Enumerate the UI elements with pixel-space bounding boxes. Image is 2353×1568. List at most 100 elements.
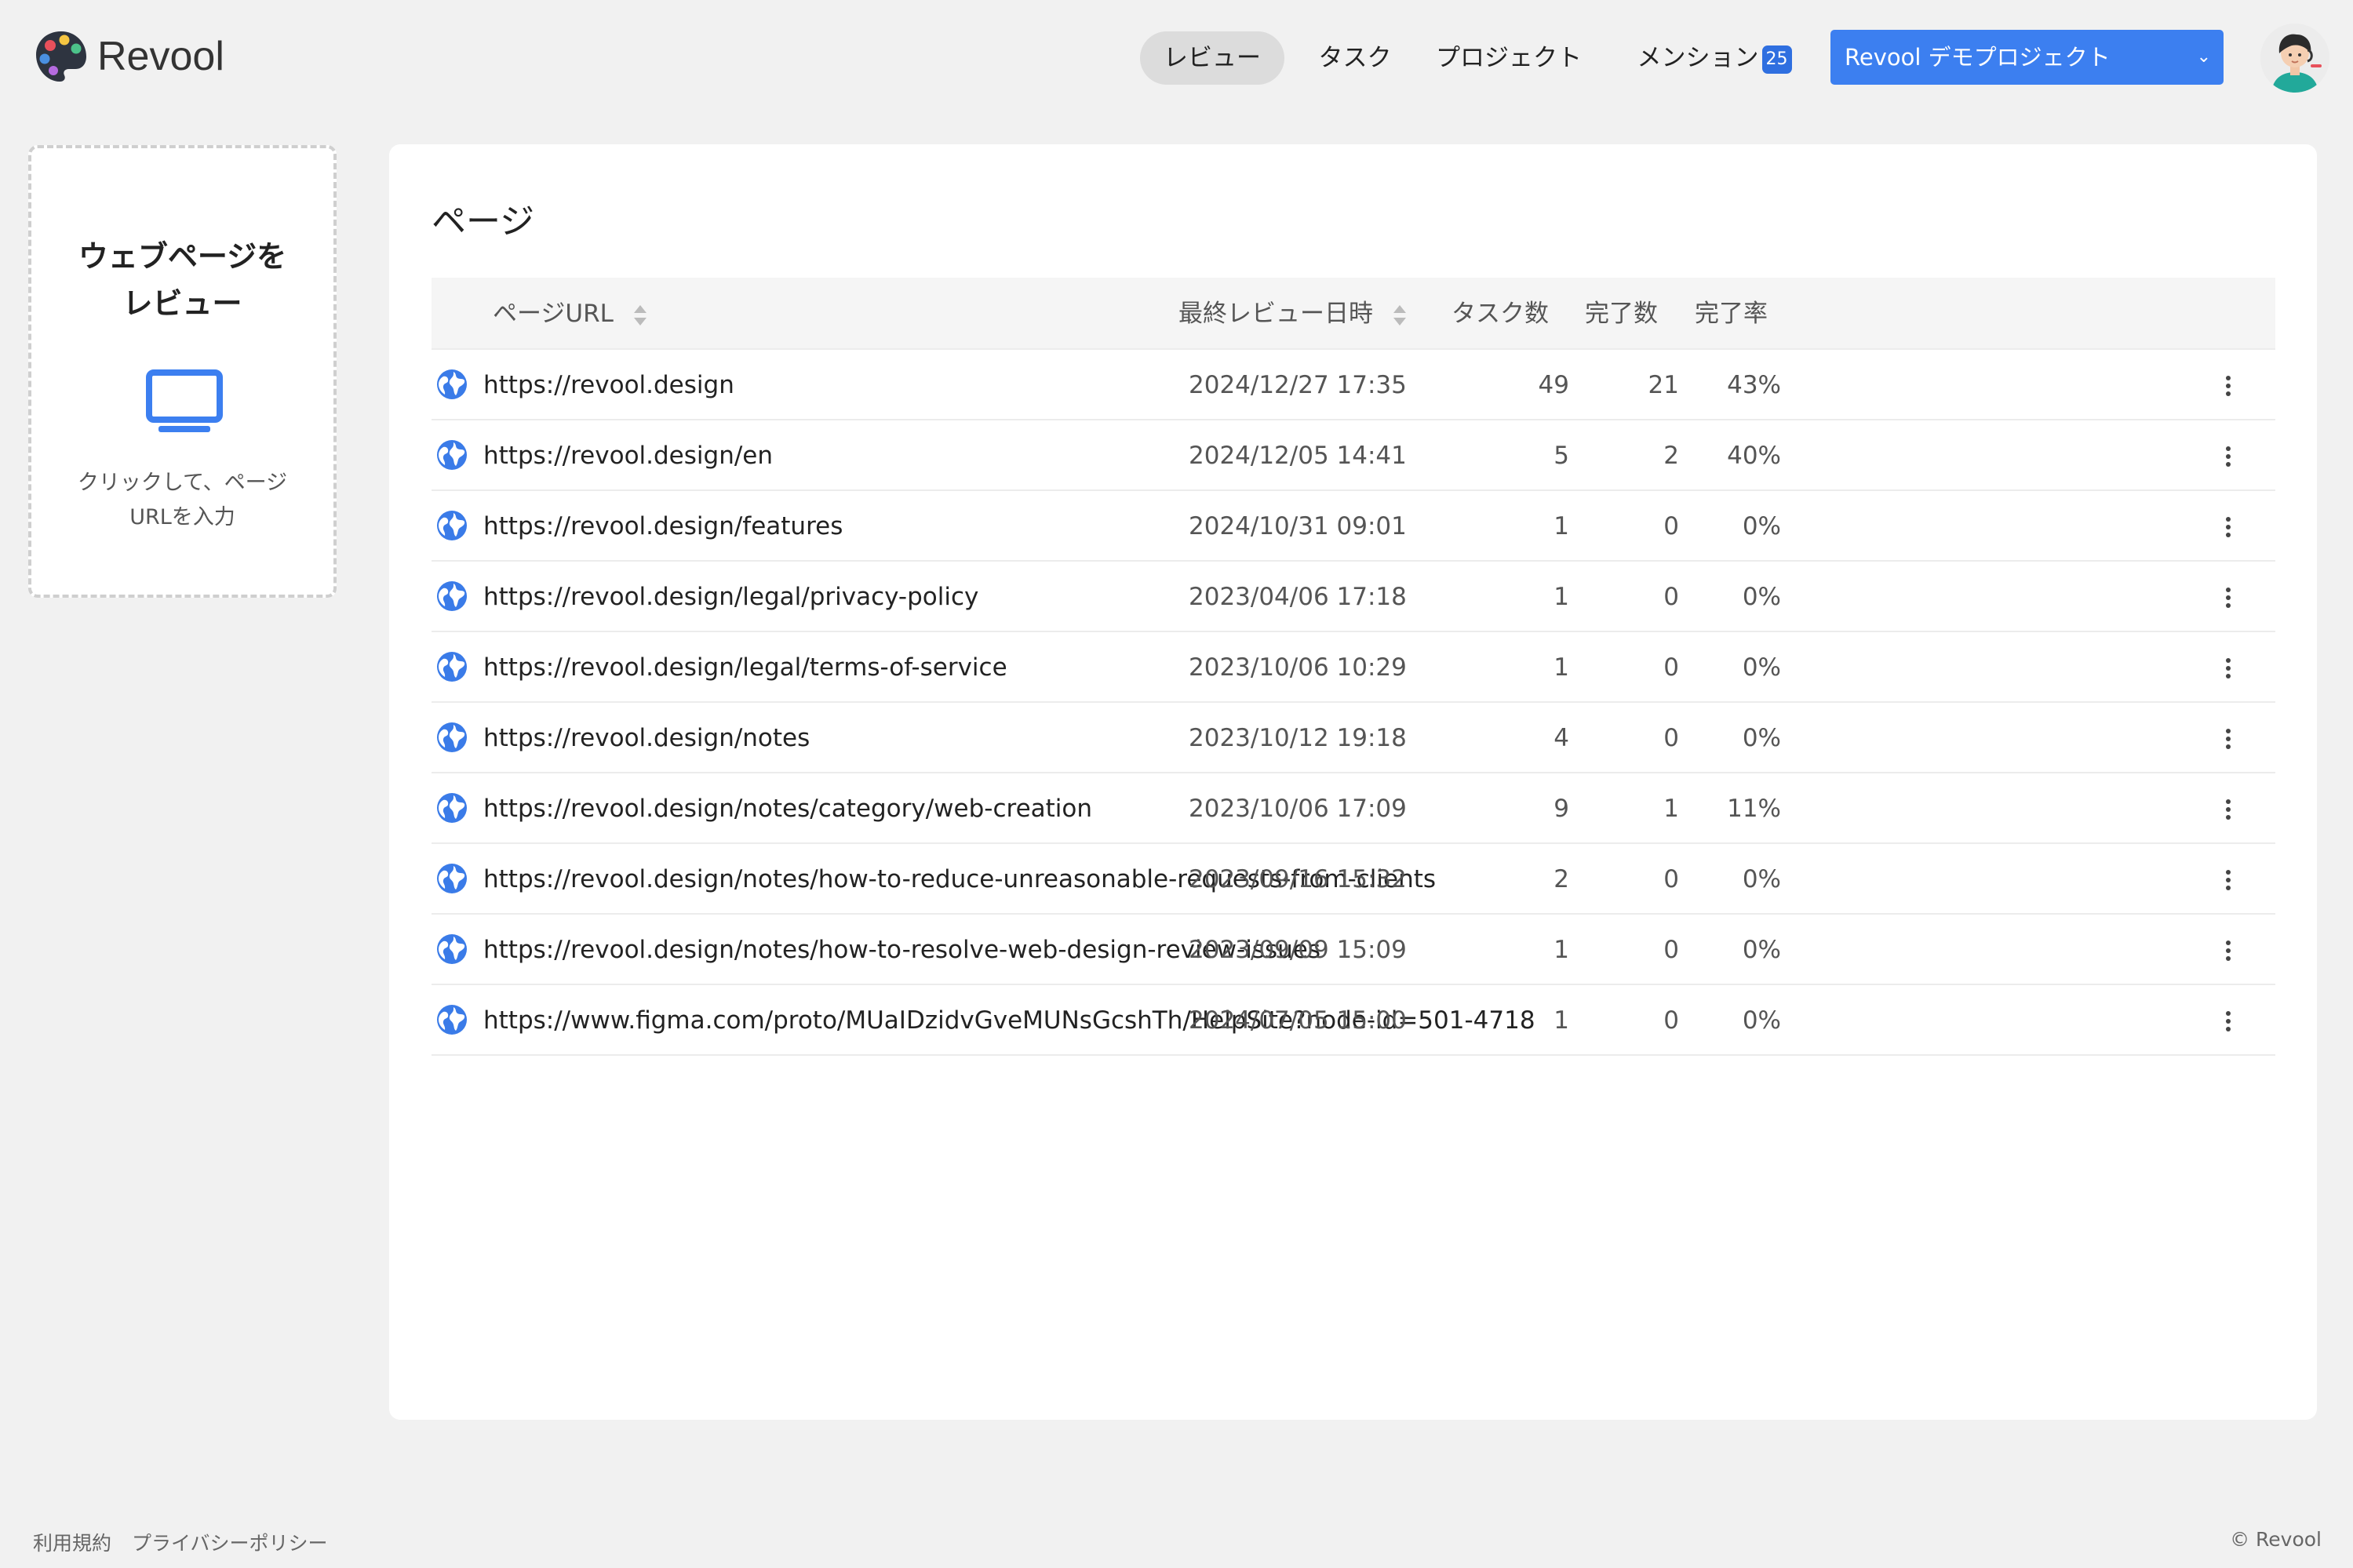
page-title: ページ <box>432 202 535 242</box>
done-count: 0 <box>1663 936 1679 964</box>
globe-icon <box>437 934 467 964</box>
app-header: Revool レビュー タスク プロジェクト メンション 25 Revool デモ… <box>0 0 2353 118</box>
mentions-count-badge: 25 <box>1761 45 1792 74</box>
column-done: 完了数 <box>1585 300 1658 328</box>
footer-links: 利用規約 プライバシーポリシー <box>33 1528 341 1556</box>
task-count: 5 <box>1553 442 1569 470</box>
nav-review[interactable]: レビュー <box>1140 31 1284 85</box>
task-count: 1 <box>1553 512 1569 540</box>
done-count: 0 <box>1663 1006 1679 1035</box>
page-url[interactable]: https://revool.design/en <box>483 420 773 491</box>
globe-icon <box>437 511 467 540</box>
more-options-icon[interactable] <box>2213 703 2244 773</box>
column-last-review[interactable]: 最終レビュー日時 <box>1178 278 1408 350</box>
page-url[interactable]: https://revool.design/notes/category/web… <box>483 773 1092 844</box>
page-url[interactable]: https://revool.design/legal/privacy-poli… <box>483 562 978 632</box>
done-count: 2 <box>1663 442 1679 470</box>
app-logo[interactable]: Revool <box>33 28 224 85</box>
table-row[interactable]: https://revool.design/en 2024/12/05 14:4… <box>432 420 2275 491</box>
more-options-icon[interactable] <box>2213 420 2244 491</box>
more-options-icon[interactable] <box>2213 773 2244 844</box>
nav-mentions[interactable]: メンション 25 <box>1632 31 1797 85</box>
task-count: 2 <box>1553 865 1569 893</box>
column-rate: 完了率 <box>1695 300 1768 328</box>
privacy-link[interactable]: プライバシーポリシー <box>132 1532 328 1555</box>
table-row[interactable]: https://revool.design 2024/12/27 17:35 4… <box>432 350 2275 420</box>
table-row[interactable]: https://revool.design/legal/terms-of-ser… <box>432 632 2275 703</box>
nav-mentions-label: メンション <box>1637 44 1759 72</box>
add-page-hint-line2: URLを入力 <box>129 505 235 529</box>
completion-rate: 0% <box>1742 583 1781 611</box>
add-page-card[interactable]: ウェブページを レビュー クリックして、ページ URLを入力 <box>28 145 337 598</box>
column-url[interactable]: ページURL <box>493 278 648 350</box>
nav-projects[interactable]: プロジェクト <box>1426 31 1591 85</box>
table-row[interactable]: https://revool.design/legal/privacy-poli… <box>432 562 2275 632</box>
palette-icon <box>36 31 86 82</box>
task-count: 1 <box>1553 936 1569 964</box>
table-header: ページURL 最終レビュー日時 タスク数 完了数 完了率 <box>432 278 2275 350</box>
page-url[interactable]: https://revool.design <box>483 350 734 420</box>
table-row[interactable]: https://revool.design/features 2024/10/3… <box>432 491 2275 562</box>
last-review-date: 2024/10/31 09:01 <box>1189 512 1407 540</box>
table-row[interactable]: https://revool.design/notes/category/web… <box>432 773 2275 844</box>
globe-icon <box>437 1005 467 1035</box>
table-row[interactable]: https://www.figma.com/proto/MUaIDzidvGve… <box>432 985 2275 1056</box>
add-page-hint: クリックして、ページ URLを入力 <box>31 466 333 535</box>
done-count: 0 <box>1663 653 1679 682</box>
more-options-icon[interactable] <box>2213 350 2244 420</box>
sort-icon <box>1393 304 1406 326</box>
last-review-date: 2023/09/09 15:09 <box>1189 936 1407 964</box>
last-review-date: 2024/12/27 17:35 <box>1189 371 1407 399</box>
last-review-date: 2023/10/06 17:09 <box>1189 795 1407 823</box>
globe-icon <box>437 581 467 611</box>
more-options-icon[interactable] <box>2213 985 2244 1056</box>
table-row[interactable]: https://revool.design/notes/how-to-resol… <box>432 915 2275 985</box>
terms-link[interactable]: 利用規約 <box>33 1532 111 1555</box>
column-tasks: タスク数 <box>1452 300 1549 328</box>
page-url[interactable]: https://revool.design/features <box>483 491 843 562</box>
pages-panel: ページ ページURL 最終レビュー日時 タスク数 完了数 完了率 https:/… <box>389 144 2317 1420</box>
add-page-hint-line1: クリックして、ページ <box>77 471 288 495</box>
table-row[interactable]: https://revool.design/notes/how-to-reduc… <box>432 844 2275 915</box>
more-options-icon[interactable] <box>2213 844 2244 915</box>
last-review-date: 2024/07/05 15:00 <box>1189 1006 1407 1035</box>
task-count: 9 <box>1553 795 1569 823</box>
more-options-icon[interactable] <box>2213 915 2244 985</box>
column-url-label: ページURL <box>493 300 614 328</box>
monitor-icon <box>146 369 223 432</box>
project-selector-value: Revool デモプロジェクト <box>1845 44 2111 71</box>
completion-rate: 0% <box>1742 724 1781 752</box>
completion-rate: 0% <box>1742 1006 1781 1035</box>
done-count: 0 <box>1663 865 1679 893</box>
globe-icon <box>437 793 467 823</box>
globe-icon <box>437 864 467 893</box>
last-review-date: 2023/10/12 19:18 <box>1189 724 1407 752</box>
done-count: 0 <box>1663 583 1679 611</box>
last-review-date: 2023/04/06 17:18 <box>1189 583 1407 611</box>
page-url[interactable]: https://revool.design/legal/terms-of-ser… <box>483 632 1007 703</box>
nav-tasks[interactable]: タスク <box>1304 31 1406 85</box>
table-row[interactable]: https://revool.design/notes 2023/10/12 1… <box>432 703 2275 773</box>
completion-rate: 0% <box>1742 865 1781 893</box>
completion-rate: 0% <box>1742 512 1781 540</box>
globe-icon <box>437 722 467 752</box>
task-count: 1 <box>1553 653 1569 682</box>
page-url[interactable]: https://revool.design/notes <box>483 703 810 773</box>
app-name: Revool <box>97 34 224 79</box>
more-options-icon[interactable] <box>2213 632 2244 703</box>
done-count: 21 <box>1648 371 1679 399</box>
copyright: © Revool <box>2230 1528 2322 1551</box>
more-options-icon[interactable] <box>2213 491 2244 562</box>
done-count: 0 <box>1663 724 1679 752</box>
globe-icon <box>437 440 467 470</box>
task-count: 4 <box>1553 724 1569 752</box>
completion-rate: 0% <box>1742 936 1781 964</box>
sort-icon <box>633 304 647 326</box>
chevron-down-icon: ⌄ <box>2196 47 2211 67</box>
add-page-title-line2: レビュー <box>122 286 242 321</box>
table-body: https://revool.design 2024/12/27 17:35 4… <box>432 350 2275 1056</box>
user-avatar[interactable] <box>2260 24 2329 93</box>
task-count: 1 <box>1553 583 1569 611</box>
project-selector[interactable]: Revool デモプロジェクト ⌄ <box>1830 30 2224 85</box>
more-options-icon[interactable] <box>2213 562 2244 632</box>
